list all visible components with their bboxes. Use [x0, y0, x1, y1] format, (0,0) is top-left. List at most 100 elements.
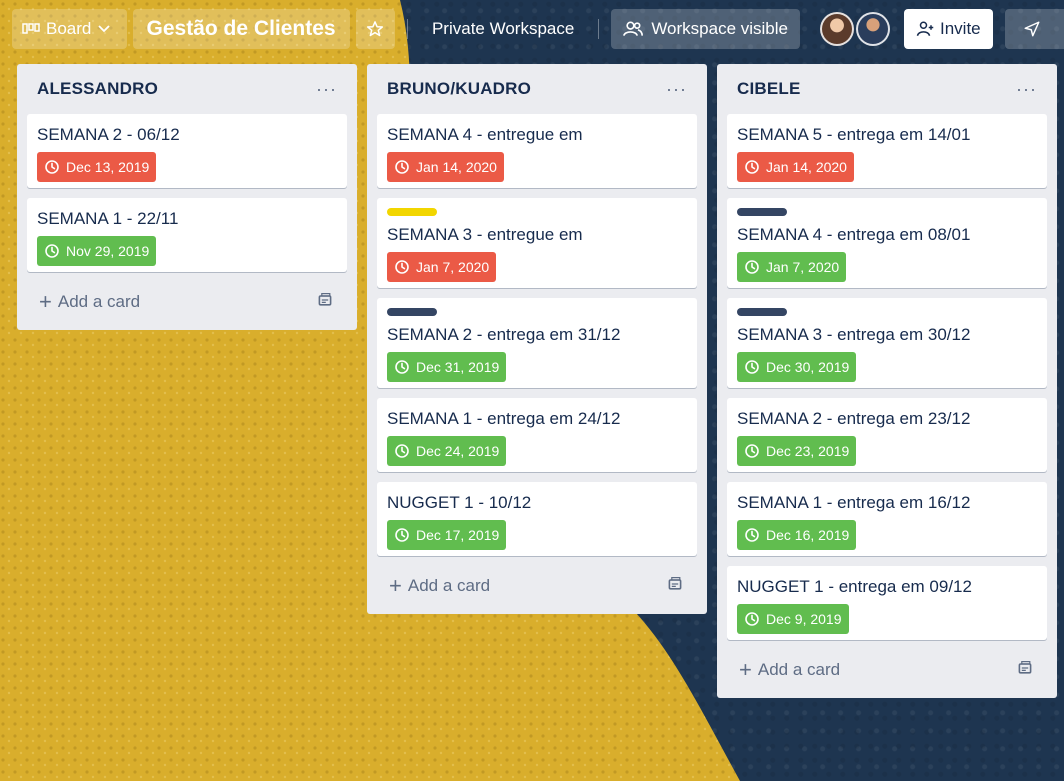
people-icon [623, 21, 644, 37]
clock-icon [745, 612, 759, 626]
card-label [387, 208, 437, 216]
card[interactable]: SEMANA 1 - 22/11 Nov 29, 2019 [27, 198, 347, 272]
card-title: SEMANA 4 - entrega em 08/01 [737, 225, 971, 244]
due-date-badge[interactable]: Dec 31, 2019 [387, 352, 507, 382]
due-date-text: Dec 9, 2019 [766, 611, 842, 627]
card[interactable]: SEMANA 1 - entrega em 24/12 Dec 24, 2019 [377, 398, 697, 472]
due-date-text: Nov 29, 2019 [66, 243, 150, 259]
create-from-template-button[interactable] [1017, 660, 1033, 681]
due-date-badge[interactable]: Dec 13, 2019 [37, 152, 157, 182]
avatar[interactable] [820, 12, 854, 46]
add-card-label: Add a card [57, 292, 141, 311]
card-title: SEMANA 2 - entrega em 23/12 [737, 409, 971, 428]
board-view-label: Board [46, 19, 92, 38]
create-from-template-button[interactable] [667, 576, 683, 597]
due-date-badge[interactable]: Dec 9, 2019 [737, 604, 849, 634]
create-from-template-button[interactable] [317, 292, 333, 313]
invite-label: Invite [940, 19, 981, 38]
due-date-text: Dec 16, 2019 [766, 527, 850, 543]
star-icon [367, 21, 384, 37]
add-card-button[interactable]: + Add a card [27, 282, 347, 322]
avatar[interactable] [856, 12, 890, 46]
plus-icon: + [389, 573, 402, 598]
card-title: SEMANA 1 - entrega em 16/12 [737, 493, 971, 512]
due-date-badge[interactable]: Nov 29, 2019 [37, 236, 157, 266]
list-header: CIBELE ··· [727, 64, 1047, 114]
due-date-text: Dec 23, 2019 [766, 443, 850, 459]
card-title: SEMANA 5 - entrega em 14/01 [737, 125, 971, 144]
due-date-text: Jan 14, 2020 [766, 159, 847, 175]
due-date-text: Dec 13, 2019 [66, 159, 150, 175]
card-title: SEMANA 2 - entrega em 31/12 [387, 325, 621, 344]
visibility-button[interactable]: Workspace visible [611, 9, 800, 49]
card-label [387, 308, 437, 316]
board-title[interactable]: Gestão de Clientes [132, 9, 350, 49]
card[interactable]: SEMANA 1 - entrega em 16/12 Dec 16, 2019 [727, 482, 1047, 556]
due-date-badge[interactable]: Dec 16, 2019 [737, 520, 857, 550]
card-template-icon [318, 292, 332, 306]
add-user-icon [916, 21, 934, 37]
list: CIBELE ··· SEMANA 5 - entrega em 14/01 Jan … [717, 64, 1057, 698]
board-view-icon [22, 23, 40, 34]
card[interactable]: SEMANA 5 - entrega em 14/01 Jan 14, 2020 [727, 114, 1047, 188]
clock-icon [395, 528, 409, 542]
invite-button[interactable]: Invite [904, 9, 993, 49]
list-title[interactable]: ALESSANDRO [37, 79, 158, 99]
butler-button[interactable] [1004, 9, 1064, 49]
plus-icon: + [39, 289, 52, 314]
card[interactable]: SEMANA 2 - 06/12 Dec 13, 2019 [27, 114, 347, 188]
card-template-icon [1018, 660, 1032, 674]
due-date-badge[interactable]: Dec 30, 2019 [737, 352, 857, 382]
card[interactable]: SEMANA 4 - entrega em 08/01 Jan 7, 2020 [727, 198, 1047, 288]
card-title: NUGGET 1 - entrega em 09/12 [737, 577, 972, 596]
card-template-icon [668, 576, 682, 590]
list-header: BRUNO/KUADRO ··· [377, 64, 697, 114]
due-date-text: Dec 30, 2019 [766, 359, 850, 375]
board-view-switcher[interactable]: Board [12, 9, 127, 49]
list-header: ALESSANDRO ··· [27, 64, 347, 114]
due-date-badge[interactable]: Dec 17, 2019 [387, 520, 507, 550]
list-menu-icon[interactable]: ··· [1016, 79, 1037, 100]
add-card-button[interactable]: + Add a card [727, 650, 1047, 690]
star-board-button[interactable] [355, 9, 395, 49]
card[interactable]: SEMANA 3 - entregue em Jan 7, 2020 [377, 198, 697, 288]
clock-icon [395, 444, 409, 458]
due-date-badge[interactable]: Dec 23, 2019 [737, 436, 857, 466]
list: ALESSANDRO ··· SEMANA 2 - 06/12 Dec 13, 201… [17, 64, 357, 330]
card[interactable]: NUGGET 1 - 10/12 Dec 17, 2019 [377, 482, 697, 556]
card[interactable]: SEMANA 2 - entrega em 31/12 Dec 31, 2019 [377, 298, 697, 388]
due-date-badge[interactable]: Jan 14, 2020 [737, 152, 854, 182]
due-date-text: Jan 7, 2020 [766, 259, 840, 275]
chevron-down-icon [98, 25, 111, 33]
due-date-text: Jan 7, 2020 [416, 259, 490, 275]
card-title: SEMANA 3 - entrega em 30/12 [737, 325, 971, 344]
add-card-label: Add a card [407, 576, 491, 595]
due-date-text: Dec 24, 2019 [416, 443, 500, 459]
workspace-button[interactable]: Private Workspace [420, 9, 586, 49]
clock-icon [745, 444, 759, 458]
clock-icon [45, 244, 59, 258]
due-date-text: Dec 17, 2019 [416, 527, 500, 543]
card-title: NUGGET 1 - 10/12 [387, 493, 532, 512]
list-menu-icon[interactable]: ··· [316, 79, 337, 100]
due-date-badge[interactable]: Jan 14, 2020 [387, 152, 504, 182]
header-divider [406, 19, 408, 39]
card[interactable]: NUGGET 1 - entrega em 09/12 Dec 9, 2019 [727, 566, 1047, 640]
list-menu-icon[interactable]: ··· [666, 79, 687, 100]
card[interactable]: SEMANA 2 - entrega em 23/12 Dec 23, 2019 [727, 398, 1047, 472]
due-date-text: Dec 31, 2019 [416, 359, 500, 375]
due-date-badge[interactable]: Jan 7, 2020 [737, 252, 847, 282]
add-card-button[interactable]: + Add a card [377, 566, 697, 606]
add-card-wrapper: + Add a card [389, 575, 490, 597]
list-title[interactable]: CIBELE [737, 79, 801, 99]
board-header: Board Gestão de Clientes Private Workspa… [0, 0, 1064, 58]
due-date-badge[interactable]: Dec 24, 2019 [387, 436, 507, 466]
due-date-badge[interactable]: Jan 7, 2020 [387, 252, 497, 282]
card[interactable]: SEMANA 3 - entrega em 30/12 Dec 30, 2019 [727, 298, 1047, 388]
list: BRUNO/KUADRO ··· SEMANA 4 - entregue em Jan… [367, 64, 707, 614]
list-title[interactable]: BRUNO/KUADRO [387, 79, 531, 99]
clock-icon [745, 160, 759, 174]
clock-icon [745, 260, 759, 274]
card[interactable]: SEMANA 4 - entregue em Jan 14, 2020 [377, 114, 697, 188]
clock-icon [45, 160, 59, 174]
